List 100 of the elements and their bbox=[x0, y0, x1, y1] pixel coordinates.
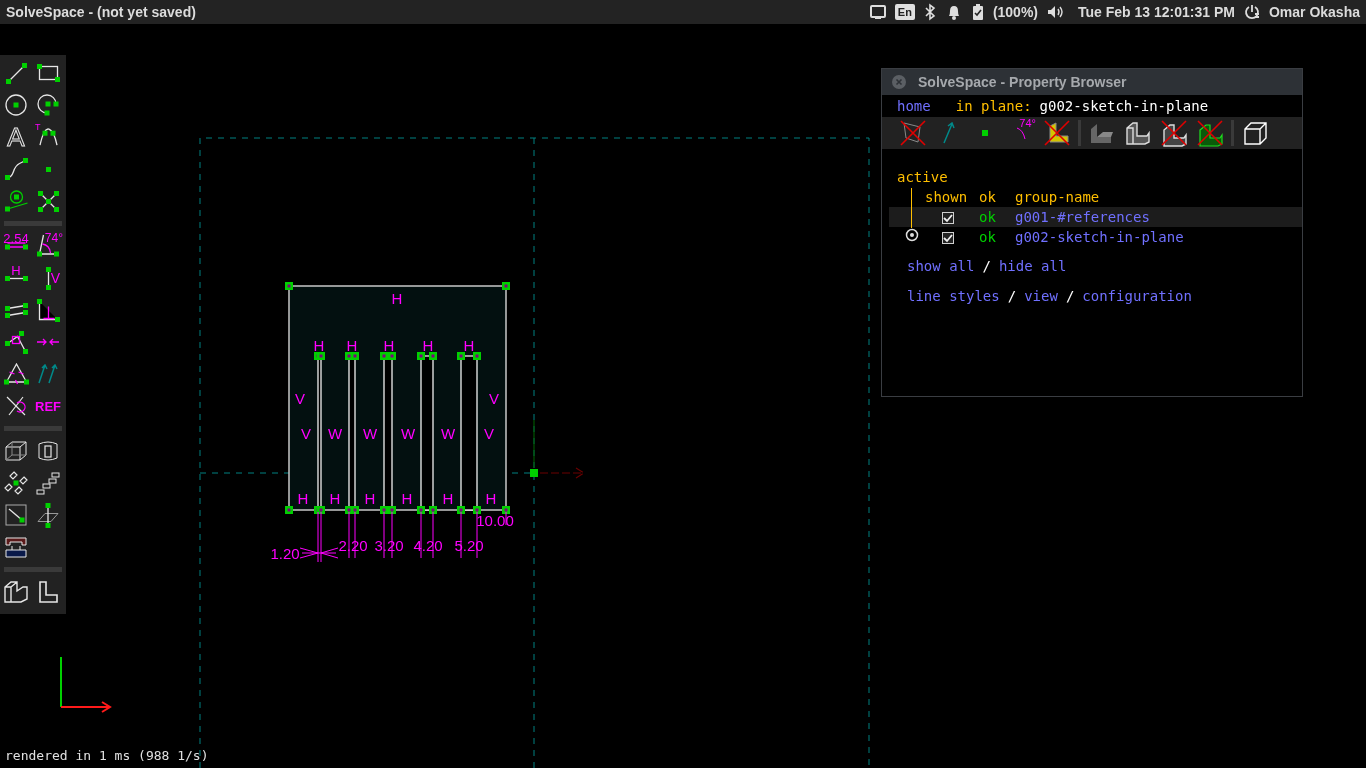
browser-link[interactable]: view bbox=[1024, 285, 1058, 307]
constraint-label[interactable]: H bbox=[401, 490, 413, 507]
equal-length-tool-button[interactable] bbox=[1, 360, 31, 388]
keyboard-layout-indicator[interactable]: En bbox=[894, 4, 915, 20]
sketch-drawing[interactable] bbox=[285, 282, 510, 514]
circle-icon bbox=[5, 94, 27, 116]
battery-icon bbox=[970, 3, 985, 21]
link-separator: / bbox=[1065, 286, 1075, 306]
clock[interactable]: Tue Feb 13 12:01:31 PM bbox=[1078, 1, 1235, 23]
reference-tool-button[interactable]: REF bbox=[33, 392, 63, 420]
plane-normal-icon bbox=[37, 501, 59, 529]
constraint-label[interactable]: H bbox=[422, 337, 434, 354]
other-angle-icon bbox=[6, 396, 26, 416]
dimension-label[interactable]: 4.20 bbox=[413, 537, 443, 554]
horizontal-tool-button[interactable]: H bbox=[1, 264, 31, 292]
faces-icon bbox=[1044, 120, 1070, 146]
constraint-label[interactable]: H bbox=[463, 337, 475, 354]
constraint-label[interactable]: H bbox=[391, 290, 403, 307]
browser-link[interactable]: show all bbox=[907, 255, 975, 277]
render-status: rendered in 1 ms (988 1/s) bbox=[5, 746, 209, 765]
point-icon bbox=[44, 165, 52, 173]
constraint-label[interactable]: V bbox=[301, 425, 311, 442]
plane-label: in plane: bbox=[955, 96, 1032, 116]
curve-icon bbox=[3, 157, 29, 181]
outlines-toggle-button[interactable] bbox=[1159, 118, 1189, 148]
edges-icon bbox=[1126, 121, 1150, 145]
text-tool-tool-button[interactable]: A bbox=[1, 123, 31, 151]
constraint-label[interactable]: H bbox=[383, 337, 395, 354]
y-axis-line bbox=[533, 419, 535, 469]
browser-link[interactable]: hide all bbox=[998, 255, 1067, 277]
constraint-label[interactable]: W bbox=[362, 425, 378, 442]
translate-copies-icon bbox=[36, 471, 60, 495]
workplane-icon bbox=[3, 189, 29, 213]
group-name-link[interactable]: g002-sketch-in-plane bbox=[1015, 227, 1302, 248]
constraint-label[interactable]: W bbox=[400, 425, 416, 442]
cylinder-icon bbox=[38, 441, 58, 461]
dimension-label[interactable]: 3.20 bbox=[374, 537, 404, 554]
constraint-label[interactable]: V bbox=[489, 390, 499, 407]
dimension-label[interactable]: 1.20 bbox=[270, 545, 300, 562]
constraint-label[interactable]: W bbox=[327, 425, 343, 442]
vertical-tool-button[interactable]: V bbox=[33, 264, 63, 292]
shown-column-header: shown bbox=[925, 188, 969, 207]
group-name-link[interactable]: g001-#references bbox=[1015, 207, 1302, 228]
intersection-icon bbox=[36, 189, 60, 213]
angle-tool-button[interactable]: 74° bbox=[33, 232, 63, 260]
equal-length-icon bbox=[2, 362, 30, 386]
extrude-tool-button[interactable] bbox=[1, 578, 31, 606]
workplanes-toggle-button[interactable] bbox=[898, 118, 928, 148]
sketch-plane-icon bbox=[5, 504, 27, 526]
dimension-label[interactable]: 2.20 bbox=[338, 537, 368, 554]
dimension-label[interactable]: 10.00 bbox=[476, 512, 514, 529]
active-group-radio[interactable] bbox=[905, 228, 919, 242]
outlines-icon bbox=[1161, 119, 1187, 147]
rotate-copies-icon bbox=[4, 471, 28, 495]
symmetric-icon bbox=[36, 338, 60, 346]
constraint-label[interactable]: H bbox=[485, 490, 497, 507]
browser-link[interactable]: line styles bbox=[907, 285, 1000, 307]
link-separator: / bbox=[982, 256, 991, 276]
import-icon bbox=[5, 536, 27, 558]
section-label: active bbox=[897, 167, 948, 187]
window-title: SolveSpace - Property Browser bbox=[918, 72, 1127, 92]
perpendicular-icon bbox=[35, 297, 61, 323]
translate-copies-tool-button[interactable] bbox=[33, 469, 63, 497]
plane-name: g002-sketch-in-plane bbox=[1039, 96, 1209, 116]
shown-checkbox[interactable] bbox=[942, 211, 954, 224]
constraint-label[interactable]: V bbox=[295, 390, 305, 407]
tangent-arc-tool-button[interactable]: T bbox=[33, 123, 63, 151]
constraint-label[interactable]: H bbox=[313, 337, 325, 354]
vertical-icon bbox=[44, 265, 52, 291]
faces-toggle-button[interactable] bbox=[1042, 118, 1072, 148]
line-icon bbox=[4, 61, 28, 85]
browser-link[interactable]: configuration bbox=[1082, 285, 1192, 307]
group-status: ok bbox=[979, 228, 997, 247]
l-shape-icon bbox=[38, 581, 58, 603]
horizontal-icon bbox=[3, 274, 29, 282]
shaded-icon bbox=[1090, 122, 1114, 144]
mesh-icon bbox=[1197, 119, 1223, 147]
group-name-column-header: group-name bbox=[1015, 188, 1101, 207]
arc-icon bbox=[36, 93, 60, 117]
user-name[interactable]: Omar Okasha bbox=[1268, 1, 1360, 23]
constraint-label[interactable]: H bbox=[297, 490, 309, 507]
power-icon bbox=[1242, 3, 1261, 21]
constraint-label[interactable]: H bbox=[442, 490, 454, 507]
workplanes-icon bbox=[900, 120, 926, 146]
constraint-label[interactable]: W bbox=[440, 425, 456, 442]
constraint-label[interactable]: H bbox=[346, 337, 358, 354]
perspective-icon bbox=[1243, 121, 1267, 145]
home-link[interactable]: home bbox=[897, 95, 931, 117]
shown-checkbox[interactable] bbox=[942, 231, 954, 244]
constraint-label[interactable]: H bbox=[364, 490, 376, 507]
constraints-icon bbox=[1016, 126, 1026, 140]
battery-percentage: (100%) bbox=[992, 2, 1038, 22]
display-icon bbox=[868, 3, 887, 21]
constraint-label[interactable]: H bbox=[329, 490, 341, 507]
constraint-label[interactable]: V bbox=[484, 425, 494, 442]
constraints-toggle-button[interactable]: 74° bbox=[1006, 118, 1036, 148]
link-separator: / bbox=[1007, 286, 1017, 306]
mesh-toggle-button[interactable] bbox=[1195, 118, 1225, 148]
dimension-label[interactable]: 5.20 bbox=[454, 537, 484, 554]
axis-indicator bbox=[60, 656, 112, 713]
